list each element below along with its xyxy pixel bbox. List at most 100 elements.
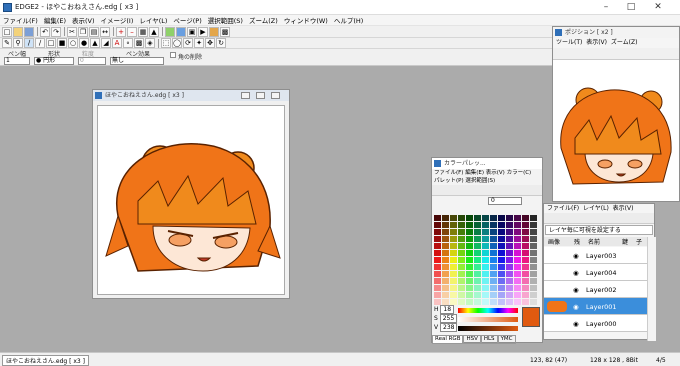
color-swatch[interactable] (522, 264, 529, 270)
color-swatch[interactable] (506, 215, 513, 221)
magnifier-icon[interactable]: ⚲ (13, 38, 23, 48)
color-swatch[interactable] (442, 285, 449, 291)
color-swatch[interactable] (506, 285, 513, 291)
color-swatch[interactable] (466, 236, 473, 242)
canvas-close-button[interactable] (271, 92, 280, 99)
color-swatch[interactable] (490, 278, 497, 284)
color-swatch[interactable] (442, 236, 449, 242)
color-swatch[interactable] (482, 222, 489, 228)
color-swatch[interactable] (522, 236, 529, 242)
palette-number-select[interactable]: 0 (488, 197, 522, 205)
color-swatch[interactable] (474, 215, 481, 221)
hue-slider[interactable] (458, 308, 518, 313)
color-swatch[interactable] (466, 264, 473, 270)
color-swatch[interactable] (506, 222, 513, 228)
close-button[interactable]: ✕ (652, 2, 664, 12)
color-swatch[interactable] (498, 292, 505, 298)
magic-wand-icon[interactable]: ✦ (194, 38, 204, 48)
color-swatch[interactable] (474, 229, 481, 235)
saturation-slider[interactable] (458, 317, 518, 322)
color-swatch[interactable] (506, 278, 513, 284)
color-swatch[interactable] (450, 264, 457, 270)
color-swatch[interactable] (458, 299, 465, 305)
color-swatch[interactable] (458, 257, 465, 263)
color-swatch[interactable] (474, 292, 481, 298)
paste-icon[interactable]: ▤ (89, 26, 99, 37)
color-swatch[interactable] (474, 271, 481, 277)
color-swatch-grid[interactable] (434, 215, 537, 305)
color-swatch[interactable] (490, 299, 497, 305)
redo-icon[interactable]: ↷ (51, 26, 61, 37)
color-swatch[interactable] (530, 236, 537, 242)
color-swatch[interactable] (442, 229, 449, 235)
preview-icon[interactable]: ▣ (187, 26, 197, 37)
color-swatch[interactable] (450, 257, 457, 263)
color-swatch[interactable] (522, 278, 529, 284)
new-file-icon[interactable]: □ (2, 26, 12, 37)
color-swatch[interactable] (450, 215, 457, 221)
color-swatch[interactable] (434, 292, 441, 298)
eye-icon[interactable]: ◉ (573, 286, 579, 294)
color-swatch[interactable] (530, 215, 537, 221)
curve-tool-icon[interactable]: ∕ (35, 38, 45, 48)
layer-menu-file[interactable]: ファイル(F) (547, 205, 579, 212)
polygon-icon[interactable]: ▲ (90, 38, 100, 48)
menu-help[interactable]: ヘルプ(H) (334, 15, 363, 25)
color-swatch[interactable] (442, 264, 449, 270)
pixel-icon[interactable] (209, 26, 219, 37)
color-swatch[interactable] (466, 250, 473, 256)
color-swatch[interactable] (530, 299, 537, 305)
drawing-canvas[interactable] (97, 105, 285, 295)
menu-image[interactable]: イメージ(I) (101, 15, 134, 25)
color-swatch[interactable] (482, 278, 489, 284)
color-swatch[interactable] (442, 215, 449, 221)
palette-menu-file[interactable]: ファイル(F) (434, 170, 463, 176)
blur-icon[interactable]: ◈ (145, 38, 155, 48)
filled-ellipse-icon[interactable]: ● (79, 38, 89, 48)
color-swatch[interactable] (466, 299, 473, 305)
color-swatch[interactable] (474, 278, 481, 284)
color-swatch[interactable] (474, 285, 481, 291)
color-swatch[interactable] (434, 243, 441, 249)
color-swatch[interactable] (514, 278, 521, 284)
tab-hls[interactable]: HLS (480, 335, 498, 344)
color-swatch[interactable] (530, 229, 537, 235)
color-swatch[interactable] (506, 243, 513, 249)
color-swatch[interactable] (506, 229, 513, 235)
menu-window[interactable]: ウィンドウ(W) (284, 15, 328, 25)
color-swatch[interactable] (490, 257, 497, 263)
color-swatch[interactable] (498, 264, 505, 270)
eyedropper-icon[interactable]: ∘ (123, 38, 133, 48)
color-swatch[interactable] (514, 215, 521, 221)
color-swatch[interactable] (434, 229, 441, 235)
color-swatch[interactable] (514, 250, 521, 256)
color-swatch[interactable] (450, 285, 457, 291)
color-swatch[interactable] (498, 215, 505, 221)
color-swatch[interactable] (458, 278, 465, 284)
cut-icon[interactable]: ✂ (67, 26, 77, 37)
color-swatch[interactable] (522, 257, 529, 263)
text-tool-icon[interactable]: A (112, 38, 122, 48)
color-swatch[interactable] (458, 271, 465, 277)
maximize-button[interactable]: □ (625, 2, 637, 12)
menu-layer[interactable]: レイヤ(L) (139, 15, 167, 25)
zoom-in-icon[interactable]: + (116, 26, 126, 37)
color-swatch[interactable] (498, 271, 505, 277)
color-swatch[interactable] (482, 236, 489, 242)
menu-selection[interactable]: 選択範囲(S) (208, 15, 243, 25)
eye-icon[interactable]: ◉ (573, 269, 579, 277)
color-swatch[interactable] (466, 285, 473, 291)
color-swatch[interactable] (458, 229, 465, 235)
rect-tool-icon[interactable]: □ (46, 38, 56, 48)
rotate-icon[interactable]: ↻ (216, 38, 226, 48)
eye-icon[interactable]: ◉ (573, 252, 579, 260)
color-swatch[interactable] (474, 222, 481, 228)
color-swatch[interactable] (490, 243, 497, 249)
color-swatch[interactable] (498, 243, 505, 249)
document-tab[interactable]: ほやこおねえさん.edg [ x3 ] (2, 355, 89, 366)
select-lasso-icon[interactable]: ⟳ (183, 38, 193, 48)
filled-rect-icon[interactable]: ■ (57, 38, 67, 48)
h-input[interactable]: 18 (440, 305, 455, 314)
select-rect-icon[interactable]: ⬚ (161, 38, 171, 48)
animation-icon[interactable]: ▶ (198, 26, 208, 37)
